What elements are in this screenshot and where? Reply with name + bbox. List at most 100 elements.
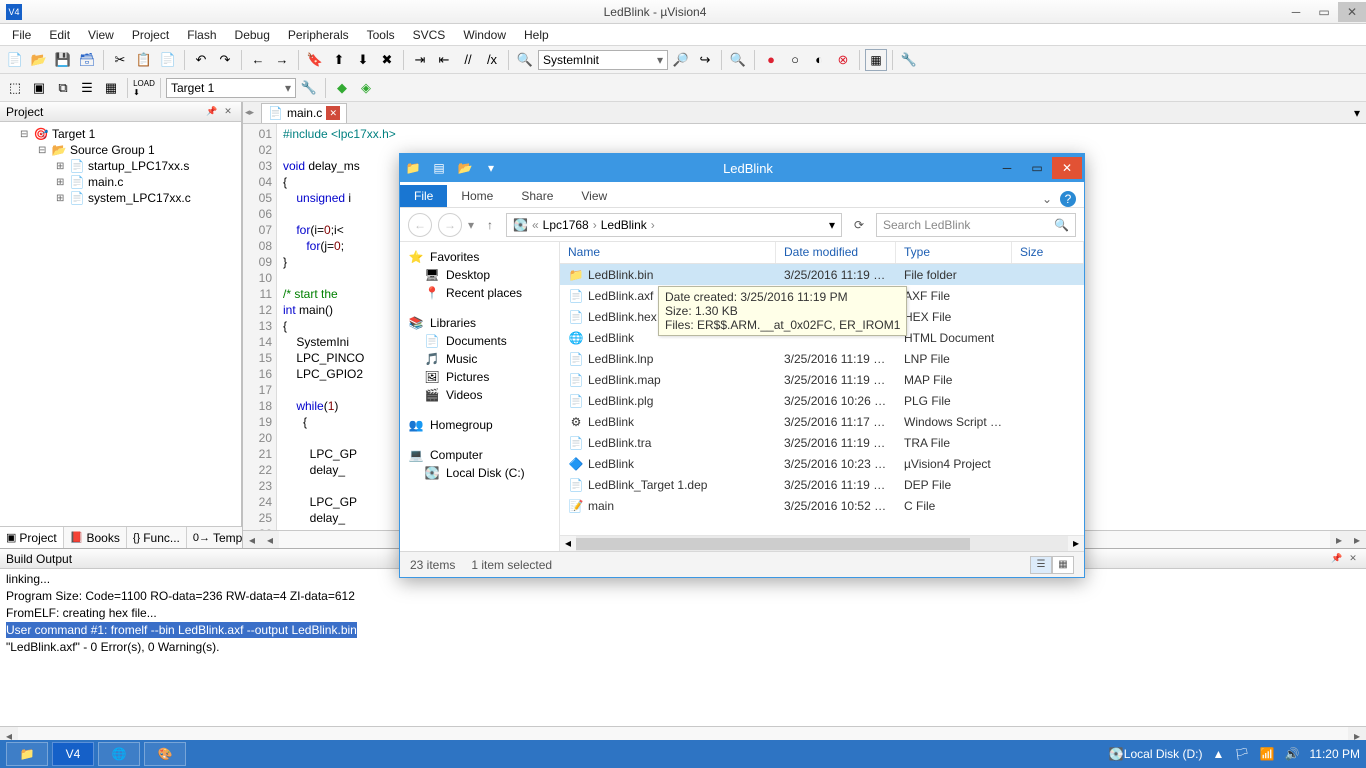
breakpoint-disable-icon[interactable]: ○ <box>784 49 806 71</box>
project-tree[interactable]: ⊟🎯Target 1 ⊟📂Source Group 1 ⊞📄startup_LP… <box>0 122 241 526</box>
address-path[interactable]: 💽 « Lpc1768 › LedBlink › ▾ <box>506 213 842 237</box>
tray-clock[interactable]: 11:20 PM <box>1310 747 1360 761</box>
panel-tab-functions[interactable]: {} Func... <box>127 527 187 548</box>
refresh-icon[interactable]: ⟳ <box>848 218 870 232</box>
scroll-right-icon[interactable]: ▸ <box>1330 531 1348 548</box>
nav-favorites[interactable]: ⭐Favorites <box>404 248 555 266</box>
rebuild-icon[interactable]: ⧉ <box>52 77 74 99</box>
file-row[interactable]: 🔷LedBlink3/25/2016 10:23 PMµVision4 Proj… <box>560 453 1084 474</box>
menu-file[interactable]: File <box>4 26 39 44</box>
ribbon-expand-icon[interactable]: ⌄ <box>1042 192 1052 206</box>
col-size[interactable]: Size <box>1012 242 1084 263</box>
ribbon-home[interactable]: Home <box>447 185 507 207</box>
breakpoint-icon[interactable]: ● <box>760 49 782 71</box>
build-icon[interactable]: ▣ <box>28 77 50 99</box>
find-in-files-icon[interactable]: 🔍 <box>514 49 536 71</box>
task-explorer[interactable]: 📁 <box>6 742 48 766</box>
nav-recent[interactable]: 📍Recent places <box>404 284 555 302</box>
file-row[interactable]: 📄LedBlink_Target 1.dep3/25/2016 11:19 PM… <box>560 474 1084 495</box>
file-row[interactable]: 📄LedBlink.map3/25/2016 11:19 PMMAP File <box>560 369 1084 390</box>
menu-help[interactable]: Help <box>516 26 557 44</box>
col-name[interactable]: Name <box>560 242 776 263</box>
file-row[interactable]: 📄LedBlink.lnp3/25/2016 11:19 PMLNP File <box>560 348 1084 369</box>
nav-desktop[interactable]: 🖥Desktop <box>404 266 555 284</box>
scroll-left2-icon[interactable]: ◂ <box>261 531 279 548</box>
scroll-right2-icon[interactable]: ▸ <box>1348 531 1366 548</box>
close-tab-icon[interactable]: ✕ <box>326 106 340 120</box>
menu-project[interactable]: Project <box>124 26 177 44</box>
menu-debug[interactable]: Debug <box>227 26 278 44</box>
editor-tab-main[interactable]: 📄 main.c ✕ <box>261 103 347 123</box>
col-type[interactable]: Type <box>896 242 1012 263</box>
tray-flag-icon[interactable]: 🏳 <box>1234 747 1249 761</box>
open-file-icon[interactable]: 📂 <box>28 49 50 71</box>
list-body[interactable]: 📁LedBlink.bin3/25/2016 11:19 PMFile fold… <box>560 264 1084 535</box>
nav-documents[interactable]: 📄Documents <box>404 332 555 350</box>
panel-pin-icon[interactable]: 📌 <box>205 105 219 119</box>
crumb[interactable]: LedBlink <box>601 218 647 232</box>
window-layout-icon[interactable]: ▦ <box>865 49 887 71</box>
taskbar[interactable]: 📁 V4 🌐 🎨 💽 Local Disk (D:) ▲ 🏳 📶 🔊 11:20… <box>0 740 1366 768</box>
menu-svcs[interactable]: SVCS <box>405 26 454 44</box>
explorer-close[interactable]: ✕ <box>1052 157 1082 179</box>
debug-icon[interactable]: 🔍 <box>727 49 749 71</box>
explorer-minimize[interactable]: ─ <box>992 157 1022 179</box>
view-details-icon[interactable]: ☰ <box>1030 556 1052 574</box>
nav-pane[interactable]: ⭐Favorites 🖥Desktop 📍Recent places 📚Libr… <box>400 242 560 551</box>
target-options-icon[interactable]: 🔧 <box>298 77 320 99</box>
nav-fwd-icon[interactable]: → <box>271 49 293 71</box>
panel-tab-books[interactable]: 📕 Books <box>64 527 127 548</box>
menu-view[interactable]: View <box>80 26 122 44</box>
nav-libraries[interactable]: 📚Libraries <box>404 314 555 332</box>
uncomment-icon[interactable]: /x <box>481 49 503 71</box>
nav-videos[interactable]: 🎬Videos <box>404 386 555 404</box>
tree-group[interactable]: ⊟📂Source Group 1 <box>4 142 237 158</box>
menu-flash[interactable]: Flash <box>179 26 224 44</box>
ribbon-view[interactable]: View <box>567 185 621 207</box>
target-combo[interactable]: Target 1 <box>166 78 296 98</box>
ribbon-help-icon[interactable]: ? <box>1060 191 1076 207</box>
function-combo[interactable]: SystemInit <box>538 50 668 70</box>
save-all-icon[interactable]: 🗃 <box>76 49 98 71</box>
bookmark-icon[interactable]: 🔖 <box>304 49 326 71</box>
tree-file[interactable]: ⊞📄main.c <box>4 174 237 190</box>
save-icon[interactable]: 💾 <box>52 49 74 71</box>
nav-local-c[interactable]: 💽Local Disk (C:) <box>404 464 555 482</box>
bookmark-prev-icon[interactable]: ⬆ <box>328 49 350 71</box>
outdent-icon[interactable]: ⇤ <box>433 49 455 71</box>
nav-pictures[interactable]: 🖼Pictures <box>404 368 555 386</box>
find-icon[interactable]: 🔎 <box>670 49 692 71</box>
menu-tools[interactable]: Tools <box>359 26 403 44</box>
file-row[interactable]: 📄LedBlink.plg3/25/2016 10:26 PMPLG File <box>560 390 1084 411</box>
crumb[interactable]: Lpc1768 <box>543 218 589 232</box>
cut-icon[interactable]: ✂ <box>109 49 131 71</box>
file-row[interactable]: 📝main3/25/2016 10:52 PMC File <box>560 495 1084 516</box>
nav-history-icon[interactable]: ▾ <box>468 218 474 232</box>
undo-icon[interactable]: ↶ <box>190 49 212 71</box>
nav-up[interactable]: ↑ <box>480 218 500 232</box>
maximize-button[interactable]: ▭ <box>1310 2 1338 22</box>
task-uvision[interactable]: V4 <box>52 742 94 766</box>
scroll-left-icon[interactable]: ◂ <box>243 531 261 548</box>
panel-tab-project[interactable]: ▣ Project <box>0 527 64 548</box>
file-row[interactable]: ⚙LedBlink3/25/2016 11:17 PMWindows Scrip… <box>560 411 1084 432</box>
translate-icon[interactable]: ⬚ <box>4 77 26 99</box>
list-header[interactable]: Name Date modified Type Size <box>560 242 1084 264</box>
output-close-icon[interactable]: ✕ <box>1346 552 1360 566</box>
nav-back[interactable]: ← <box>408 213 432 237</box>
nav-forward[interactable]: → <box>438 213 462 237</box>
copy-icon[interactable]: 📋 <box>133 49 155 71</box>
batch-build-icon[interactable]: ☰ <box>76 77 98 99</box>
comment-icon[interactable]: // <box>457 49 479 71</box>
configure-icon[interactable]: 🔧 <box>898 49 920 71</box>
path-dropdown-icon[interactable]: ▾ <box>829 218 835 232</box>
nav-homegroup[interactable]: 👥Homegroup <box>404 416 555 434</box>
breakpoint-kill-icon[interactable]: ⊗ <box>832 49 854 71</box>
ribbon-file[interactable]: File <box>400 185 447 207</box>
file-row[interactable]: 📄LedBlink.tra3/25/2016 11:19 PMTRA File <box>560 432 1084 453</box>
close-button[interactable]: ✕ <box>1338 2 1366 22</box>
output-pin-icon[interactable]: 📌 <box>1330 552 1344 566</box>
bookmark-next-icon[interactable]: ⬇ <box>352 49 374 71</box>
list-hscroll[interactable]: ◂▸ <box>560 535 1084 551</box>
view-icons-icon[interactable]: ▦ <box>1052 556 1074 574</box>
